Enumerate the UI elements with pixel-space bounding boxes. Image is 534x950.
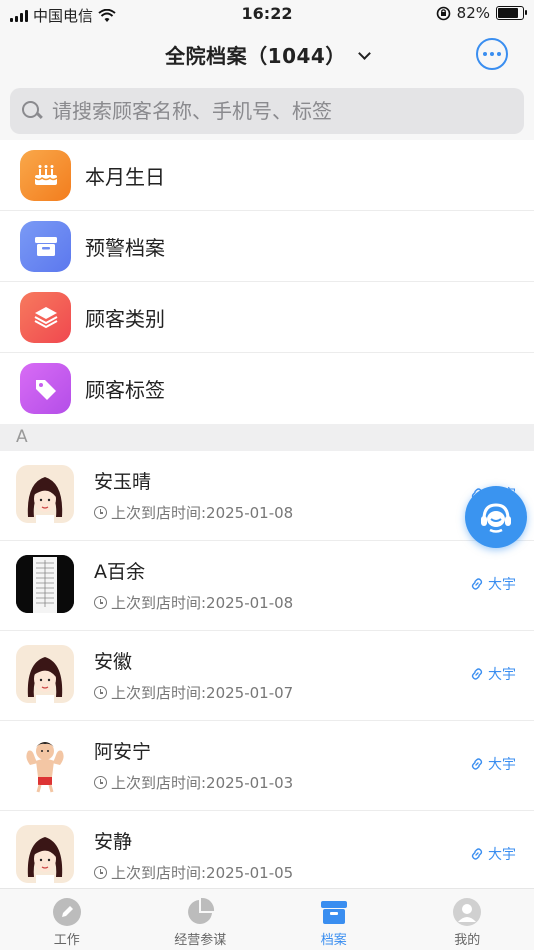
clock-icon [94, 776, 107, 789]
layers-icon [20, 291, 71, 343]
menu-item-customer-category[interactable]: 顾客类别 [0, 282, 534, 353]
search-icon [22, 101, 42, 121]
menu-item-warning-archive[interactable]: 预警档案 [0, 211, 534, 282]
link-icon [471, 758, 483, 770]
more-dot [497, 52, 501, 56]
user-icon [453, 898, 482, 926]
cartoon-girl-avatar [16, 465, 74, 523]
customer-name: 阿安宁 [94, 741, 152, 763]
more-dot [490, 52, 494, 56]
last-visit-text: 上次到店时间:2025-01-03 [111, 774, 294, 792]
cartoon-girl-avatar [16, 645, 74, 703]
more-options-button[interactable] [476, 38, 508, 70]
battery-icon [496, 6, 527, 20]
assigned-staff-link[interactable]: 大宇 [470, 574, 516, 594]
staff-name: 大宇 [488, 757, 516, 773]
page-title: 全院档案（1044） [165, 44, 346, 68]
customer-name: 安玉晴 [94, 471, 152, 493]
search-bar [0, 82, 534, 140]
menu-item-customer-tag[interactable]: 顾客标签 [0, 353, 534, 424]
chevron-down-icon [357, 47, 371, 60]
clock-icon [94, 596, 107, 609]
staff-name: 大宇 [488, 577, 516, 593]
pie-chart-icon [188, 897, 215, 924]
menu-label: 本月生日 [85, 164, 165, 189]
muscle-cartoon-avatar [16, 735, 74, 793]
tab-label: 经营参谋 [174, 933, 227, 948]
tab-work[interactable]: 工作 [0, 889, 134, 950]
quick-menu: 本月生日 预警档案 顾客类别 顾客标签 [0, 140, 534, 424]
cartoon-girl-avatar [16, 825, 74, 883]
list-item[interactable]: 安玉晴 上次到店时间:2025-01-08 大宇 [0, 451, 534, 541]
archive-box-icon [20, 220, 71, 272]
customer-name: 安静 [94, 831, 133, 853]
last-visit: 上次到店时间:2025-01-03 [94, 772, 293, 793]
cake-icon [20, 149, 71, 201]
archive-title-dropdown[interactable]: 全院档案（1044） [0, 40, 534, 69]
assigned-staff-link[interactable]: 大宇 [470, 754, 516, 774]
customer-service-button[interactable] [465, 486, 527, 548]
last-visit-text: 上次到店时间:2025-01-08 [111, 594, 294, 612]
rotation-lock-icon [436, 6, 450, 20]
archive-box-icon [320, 901, 347, 924]
clock-icon [94, 686, 107, 699]
tag-icon [20, 363, 71, 414]
clock-icon [94, 506, 107, 519]
last-visit: 上次到店时间:2025-01-08 [94, 502, 293, 523]
staff-name: 大宇 [488, 667, 516, 683]
search-field[interactable] [10, 88, 524, 134]
last-visit: 上次到店时间:2025-01-07 [94, 682, 293, 703]
status-bar: 中国电信 16:22 82% [0, 0, 534, 28]
customer-name: A百余 [94, 561, 145, 583]
header: 全院档案（1044） [0, 28, 534, 82]
list-item[interactable]: 阿安宁 上次到店时间:2025-01-03 大宇 [0, 721, 534, 811]
link-icon [471, 668, 483, 680]
menu-item-birthday[interactable]: 本月生日 [0, 140, 534, 211]
battery-percent: 82% [456, 4, 490, 22]
more-dots-icon [483, 52, 487, 56]
tab-mine[interactable]: 我的 [401, 889, 534, 950]
document-photo-avatar [16, 555, 74, 613]
list-item[interactable]: A百余 上次到店时间:2025-01-08 大宇 [0, 541, 534, 631]
staff-name: 大宇 [488, 847, 516, 863]
last-visit: 上次到店时间:2025-01-05 [94, 862, 293, 883]
last-visit: 上次到店时间:2025-01-08 [94, 592, 293, 613]
assigned-staff-link[interactable]: 大宇 [470, 844, 516, 864]
customer-name: 安徽 [94, 651, 133, 673]
link-icon [471, 578, 483, 590]
menu-label: 顾客类别 [85, 306, 165, 331]
tab-label: 工作 [53, 933, 80, 948]
customer-list: 安玉晴 上次到店时间:2025-01-08 大宇 A百余 上次到店时间:2025… [0, 451, 534, 901]
list-item[interactable]: 安徽 上次到店时间:2025-01-07 大宇 [0, 631, 534, 721]
menu-label: 顾客标签 [85, 378, 165, 402]
tab-label: 档案 [320, 933, 347, 948]
tab-label: 我的 [454, 933, 481, 948]
last-visit-text: 上次到店时间:2025-01-05 [111, 864, 294, 882]
tab-archive[interactable]: 档案 [267, 889, 401, 950]
battery-fill [498, 8, 518, 18]
link-icon [471, 848, 483, 860]
clock-icon [94, 866, 107, 879]
last-visit-text: 上次到店时间:2025-01-08 [111, 504, 294, 522]
assigned-staff-link[interactable]: 大宇 [470, 664, 516, 684]
pencil-icon [52, 898, 81, 926]
headset-icon [481, 503, 511, 533]
bottom-tab-bar: 工作 经营参谋 档案 我的 [0, 888, 534, 950]
section-index-header: A [0, 424, 534, 451]
tab-business-advisor[interactable]: 经营参谋 [134, 889, 268, 950]
search-input[interactable] [52, 99, 492, 123]
menu-label: 预警档案 [85, 235, 165, 260]
last-visit-text: 上次到店时间:2025-01-07 [111, 684, 294, 702]
